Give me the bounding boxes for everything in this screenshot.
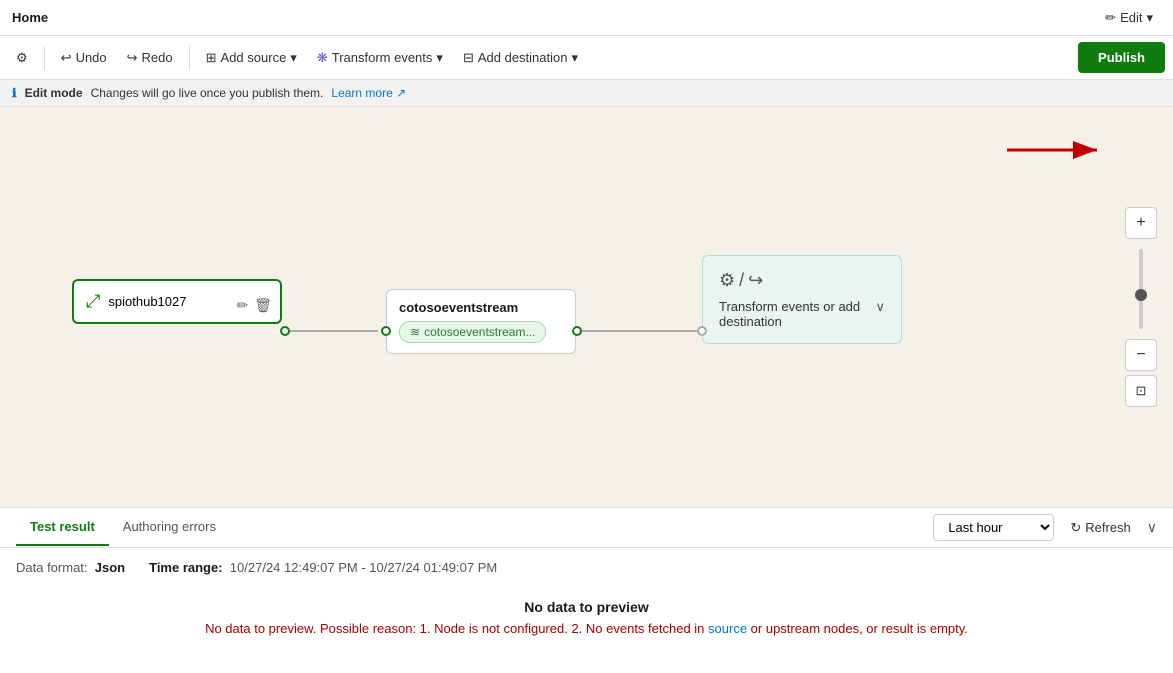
data-format-value: Json <box>95 560 125 575</box>
edit-banner-message: Changes will go live once you publish th… <box>91 86 324 100</box>
source-node-icon: ⤢ <box>86 291 100 312</box>
data-format-label: Data format: <box>16 560 88 575</box>
publish-button[interactable]: Publish <box>1078 42 1165 73</box>
stream-tag-label: cotosoeventstream... <box>424 325 535 339</box>
settings-icon: ⚙ <box>16 50 28 66</box>
tab-authoring-errors[interactable]: Authoring errors <box>109 509 230 546</box>
arrow-svg <box>997 135 1117 165</box>
source-node-actions: ✏ 🗑 <box>236 297 272 314</box>
toolbar: ⚙ ↩ Undo ↪ Redo ⊞ Add source ▾ ❋ Transfo… <box>0 36 1173 80</box>
toolbar-divider-2 <box>189 46 190 70</box>
redo-icon: ↪ <box>127 50 138 66</box>
stream-left-dot <box>381 326 391 336</box>
bottom-tab-controls: Last hour Last 6 hours Last 24 hours ↻ R… <box>933 514 1157 541</box>
collapse-button[interactable]: ∨ <box>1147 519 1157 536</box>
destination-label: Add destination <box>478 50 568 65</box>
add-source-label: Add source <box>221 50 287 65</box>
source-right-dot <box>280 326 290 336</box>
data-format-section: Data format: Json <box>16 560 125 575</box>
no-data-title: No data to preview <box>16 599 1157 615</box>
title-bar-right: ✏ Edit ▾ <box>1097 6 1161 30</box>
redo-button[interactable]: ↪ Redo <box>119 44 181 72</box>
refresh-label: Refresh <box>1085 520 1131 535</box>
add-source-button[interactable]: ⊞ Add source ▾ <box>198 44 305 72</box>
transform-chevron: ▾ <box>436 50 443 66</box>
transform-events-button[interactable]: ❋ Transform events ▾ <box>309 44 451 72</box>
edit-mode-label: Edit mode <box>25 86 83 100</box>
no-data-section: No data to preview No data to preview. P… <box>16 591 1157 644</box>
bottom-content: Data format: Json Time range: 10/27/24 1… <box>0 548 1173 656</box>
destination-text: Transform events or add destination <box>719 299 867 329</box>
source-node-title: spiothub1027 <box>108 294 186 309</box>
source-node: ⤢ spiothub1027 ✏ 🗑 <box>72 279 282 324</box>
data-info: Data format: Json Time range: 10/27/24 1… <box>16 560 1157 575</box>
source-link: source <box>708 621 747 636</box>
source-edit-button[interactable]: ✏ <box>236 297 248 314</box>
title-bar: Home ✏ Edit ▾ <box>0 0 1173 36</box>
time-range-section: Time range: 10/27/24 12:49:07 PM - 10/27… <box>149 560 497 575</box>
refresh-button[interactable]: ↻ Refresh <box>1062 516 1138 540</box>
settings-button[interactable]: ⚙ <box>8 44 36 72</box>
time-range-value: 10/27/24 12:49:07 PM - 10/27/24 01:49:07… <box>230 560 497 575</box>
add-source-chevron: ▾ <box>290 50 297 66</box>
gear-icon: ⚙ <box>719 270 735 291</box>
title-bar-left: Home <box>12 10 48 25</box>
fit-view-button[interactable]: ⊡ <box>1125 375 1157 407</box>
canvas: ⤢ spiothub1027 ✏ 🗑 cotosoeventstream ≋ c… <box>0 107 1173 507</box>
canvas-controls: + − ⊡ <box>1125 207 1157 407</box>
edit-label: Edit <box>1120 10 1142 25</box>
stream-tag-icon: ≋ <box>410 325 420 339</box>
slash-separator: / <box>739 270 744 291</box>
time-range-select[interactable]: Last hour Last 6 hours Last 24 hours <box>933 514 1054 541</box>
source-delete-button[interactable]: 🗑 <box>254 297 272 314</box>
destination-icon: ⊟ <box>463 50 474 66</box>
undo-button[interactable]: ↩ Undo <box>53 44 115 72</box>
time-range-label: Time range: <box>149 560 222 575</box>
stream-tag: ≋ cotosoeventstream... <box>399 321 546 343</box>
toolbar-divider-1 <box>44 46 45 70</box>
transform-label: Transform events <box>332 50 433 65</box>
bottom-tabs: Test result Authoring errors Last hour L… <box>0 508 1173 548</box>
info-icon: ℹ <box>12 86 17 100</box>
zoom-slider-track <box>1139 249 1143 329</box>
dest-left-dot <box>697 326 707 336</box>
no-data-message: No data to preview. Possible reason: 1. … <box>16 621 1157 636</box>
add-source-icon: ⊞ <box>206 50 217 66</box>
chevron-down-icon: ▾ <box>1146 10 1153 26</box>
transform-icon: ❋ <box>317 50 328 66</box>
stream-right-dot <box>572 326 582 336</box>
stream-node: cotosoeventstream ≋ cotosoeventstream... <box>386 289 576 354</box>
learn-more-link[interactable]: Learn more ↗ <box>331 86 406 100</box>
undo-label: Undo <box>76 50 107 65</box>
refresh-icon: ↻ <box>1070 520 1081 536</box>
zoom-in-button[interactable]: + <box>1125 207 1157 239</box>
pencil-icon: ✏ <box>1105 10 1116 26</box>
edit-button[interactable]: ✏ Edit ▾ <box>1097 6 1161 30</box>
destination-icons: ⚙ / ↪ <box>719 270 885 291</box>
zoom-out-button[interactable]: − <box>1125 339 1157 371</box>
arrow-annotation <box>997 135 1117 165</box>
page-title: Home <box>12 10 48 25</box>
bottom-panel: Test result Authoring errors Last hour L… <box>0 507 1173 673</box>
edit-banner: ℹ Edit mode Changes will go live once yo… <box>0 80 1173 107</box>
stream-node-title: cotosoeventstream <box>399 300 563 315</box>
destination-chevron-icon: ∨ <box>875 299 885 315</box>
destination-chevron: ▾ <box>571 50 578 66</box>
undo-icon: ↩ <box>61 50 72 66</box>
destination-node[interactable]: ⚙ / ↪ Transform events or add destinatio… <box>702 255 902 344</box>
redo-label: Redo <box>142 50 173 65</box>
zoom-slider-thumb <box>1135 289 1147 301</box>
learn-more-label: Learn more <box>331 86 392 100</box>
tab-test-result[interactable]: Test result <box>16 509 109 546</box>
external-link-icon: ↗ <box>396 86 406 100</box>
add-destination-button[interactable]: ⊟ Add destination ▾ <box>455 44 586 72</box>
arrow-right-icon: ↪ <box>748 270 763 291</box>
